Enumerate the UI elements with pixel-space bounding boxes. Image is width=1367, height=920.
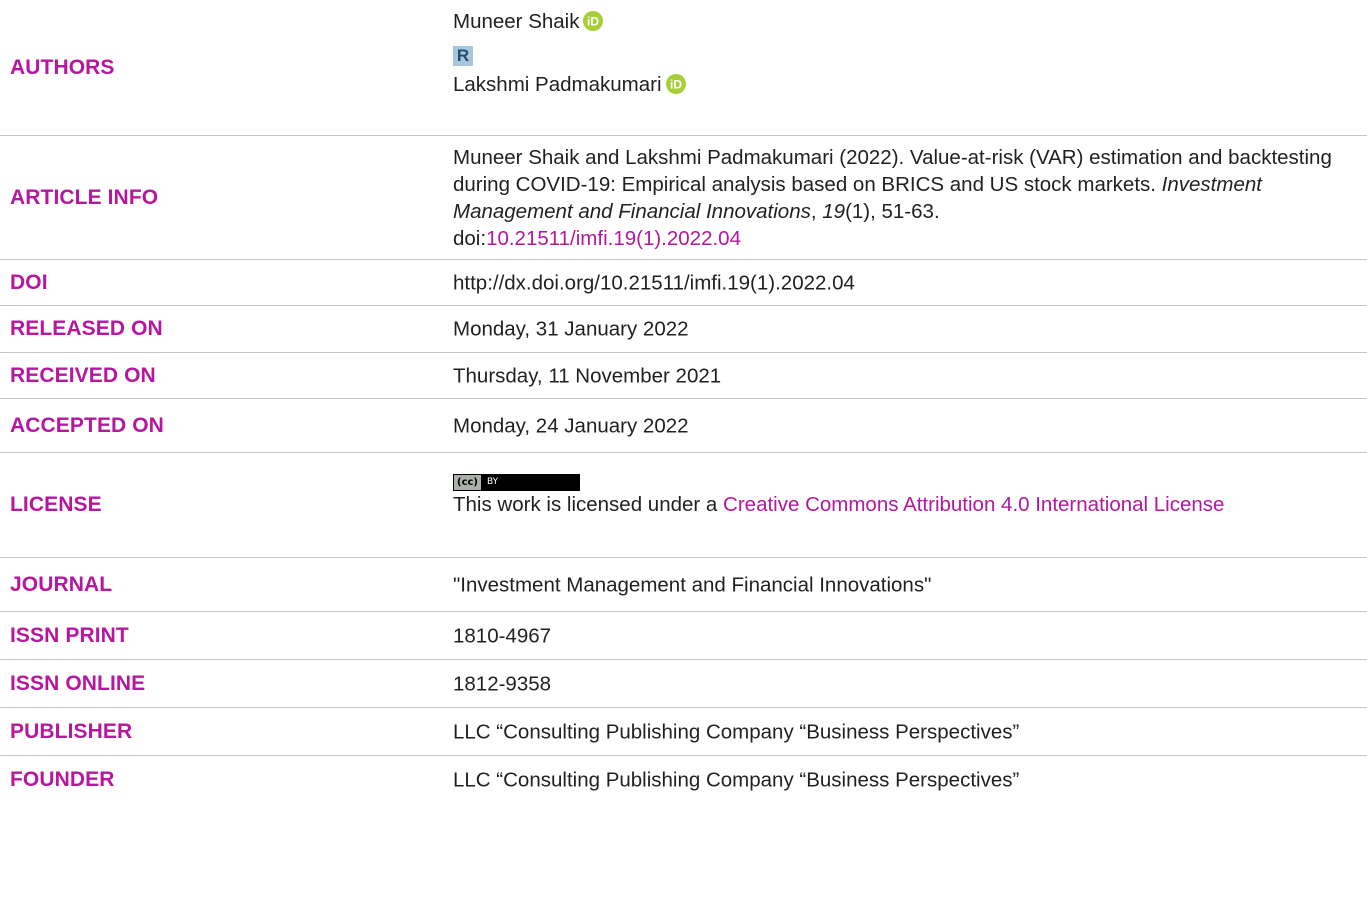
article-info-row: ARTICLE INFO Muneer Shaik and Lakshmi Pa… xyxy=(0,136,1367,260)
citation-issue-pages: (1), 51-63. xyxy=(845,199,940,223)
accepted-on-row: ACCEPTED ON Monday, 24 January 2022 xyxy=(0,399,1367,453)
authors-row: AUTHORS Muneer Shaik iD R Lakshmi Padmaku… xyxy=(0,0,1367,136)
article-metadata-table: AUTHORS Muneer Shaik iD R Lakshmi Padmaku… xyxy=(0,0,1367,804)
issn-online-row: ISSN ONLINE 1812-9358 xyxy=(0,660,1367,708)
accepted-on-value: Monday, 24 January 2022 xyxy=(453,414,689,437)
issn-print-label: ISSN PRINT xyxy=(10,623,129,647)
issn-online-label: ISSN ONLINE xyxy=(10,671,146,695)
license-text-prefix: This work is licensed under a xyxy=(453,493,724,516)
publisher-value: LLC “Consulting Publishing Company “Busi… xyxy=(453,720,1020,743)
issn-print-value: 1810-4967 xyxy=(453,624,552,647)
journal-label: JOURNAL xyxy=(10,572,113,596)
citation-doi-link[interactable]: 10.21511/imfi.19(1).2022.04 xyxy=(486,227,741,250)
license-badge-wrap: (cc) BY xyxy=(453,465,1347,491)
citation-volume: 19 xyxy=(822,199,846,223)
researchgate-entry: R xyxy=(453,38,1367,71)
orcid-icon[interactable]: iD xyxy=(583,11,604,31)
doi-value: http://dx.doi.org/10.21511/imfi.19(1).20… xyxy=(453,271,855,294)
cc-by-badge-icon[interactable]: (cc) BY xyxy=(453,474,580,491)
received-on-value: Thursday, 11 November 2021 xyxy=(453,364,722,387)
issn-online-value: 1812-9358 xyxy=(453,672,552,695)
author-entry: Lakshmi Padmakumari iD xyxy=(453,71,1367,101)
journal-row: JOURNAL "Investment Management and Finan… xyxy=(0,558,1367,612)
license-value: (cc) BY This work is licensed under a Cre… xyxy=(453,465,1367,520)
released-on-value: Monday, 31 January 2022 xyxy=(453,317,689,341)
founder-row: FOUNDER LLC “Consulting Publishing Compa… xyxy=(0,756,1367,804)
doi-row: DOI http://dx.doi.org/10.21511/imfi.19(1… xyxy=(0,260,1367,306)
orcid-icon[interactable]: iD xyxy=(665,74,686,94)
received-on-label: RECEIVED ON xyxy=(10,363,156,387)
publisher-label: PUBLISHER xyxy=(10,719,133,743)
released-on-row: RELEASED ON Monday, 31 January 2022 xyxy=(0,306,1367,353)
license-text: This work is licensed under a Creative C… xyxy=(453,490,1347,520)
doi-prefix: doi: xyxy=(453,226,487,250)
doi-label: DOI xyxy=(10,270,48,294)
journal-value: "Investment Management and Financial Inn… xyxy=(453,573,932,596)
author-name[interactable]: Lakshmi Padmakumari xyxy=(453,73,662,96)
article-info-label: ARTICLE INFO xyxy=(10,185,159,209)
citation-comma: , xyxy=(810,199,823,223)
article-citation: Muneer Shaik and Lakshmi Padmakumari (20… xyxy=(453,144,1367,252)
received-on-row: RECEIVED ON Thursday, 11 November 2021 xyxy=(0,353,1367,399)
released-on-label: RELEASED ON xyxy=(10,317,163,340)
accepted-on-label: ACCEPTED ON xyxy=(10,413,164,437)
founder-value: LLC “Consulting Publishing Company “Busi… xyxy=(453,768,1020,792)
svg-text:iD: iD xyxy=(587,15,599,29)
license-link[interactable]: Creative Commons Attribution 4.0 Interna… xyxy=(723,493,1224,516)
researcher-profile-icon[interactable]: R xyxy=(453,46,473,66)
issn-print-row: ISSN PRINT 1810-4967 xyxy=(0,612,1367,660)
author-entry: Muneer Shaik iD xyxy=(453,8,1367,38)
founder-label: FOUNDER xyxy=(10,768,115,791)
svg-text:iD: iD xyxy=(670,78,682,92)
author-name[interactable]: Muneer Shaik xyxy=(453,10,579,33)
publisher-row: PUBLISHER LLC “Consulting Publishing Com… xyxy=(0,708,1367,756)
authors-list: Muneer Shaik iD R Lakshmi Padmakumari iD xyxy=(453,8,1367,101)
authors-label: AUTHORS xyxy=(10,55,115,79)
license-label: LICENSE xyxy=(10,493,102,516)
license-row: LICENSE (cc) BY This work is licensed und… xyxy=(0,453,1367,558)
